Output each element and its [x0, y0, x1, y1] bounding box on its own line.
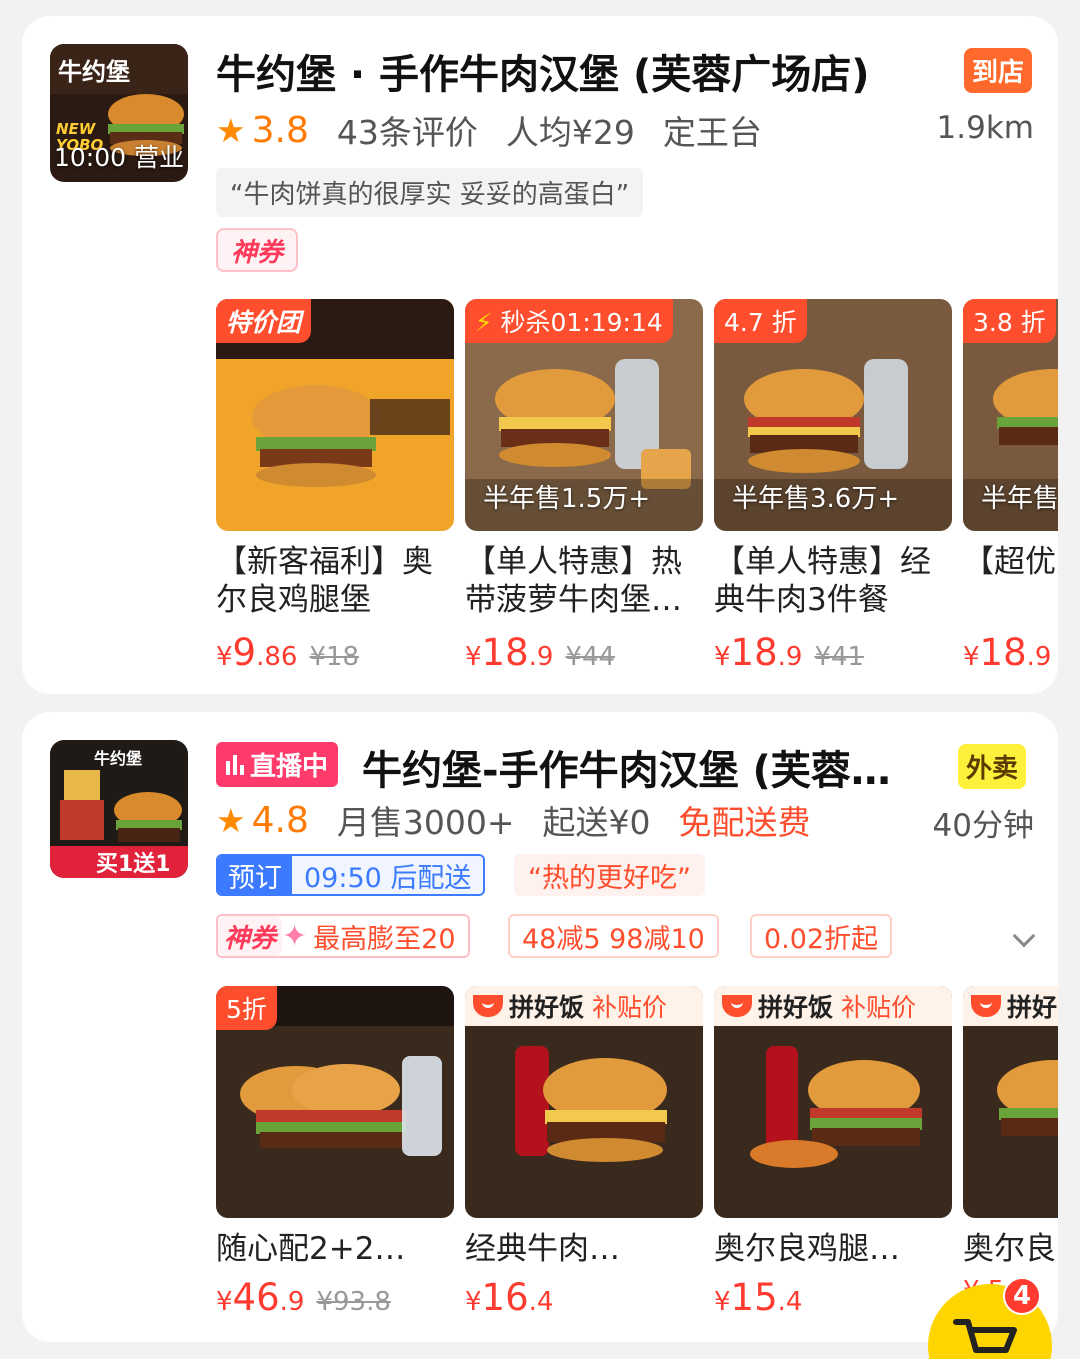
rating: 3.8 — [251, 109, 309, 151]
deal-name: 经典牛肉… — [465, 1231, 620, 1267]
super-coupon-badge: 神券 — [216, 228, 298, 272]
deal-price: ¥18.9 — [963, 631, 1052, 674]
rating: 4.8 — [251, 799, 309, 841]
monthly-sales: 月售3000+ — [336, 803, 515, 842]
star-icon: ★ — [216, 800, 246, 840]
deal-item[interactable]: 3.8 折 半年售 【超优惠牛肉堡 ¥18.9 — [963, 299, 1058, 679]
star-icon: ★ — [216, 110, 246, 150]
deal-image: 4.7 折 半年售3.6万+ — [714, 299, 952, 531]
chevron-down-icon[interactable] — [1012, 924, 1036, 948]
lightning-icon: ⚡ — [475, 308, 493, 337]
store-thumbnail[interactable]: 牛约堡 买1送1 — [50, 740, 188, 878]
discount-badge: 4.7 折 — [714, 299, 807, 343]
deal-price: ¥9.86 ¥18 — [216, 631, 360, 674]
deal-price: ¥46.9 ¥93.8 — [216, 1276, 391, 1319]
deal-image: 拼好饭 补贴价 — [714, 986, 952, 1218]
discount-badge: 3.8 折 — [963, 299, 1056, 343]
deal-item[interactable]: 5折 随心配2+2… ¥46.9 ¥93.8 — [216, 986, 454, 1326]
deal-price: ¥15.4 — [714, 1276, 803, 1319]
delivery-eta: 40分钟 — [932, 808, 1034, 844]
discount-promo[interactable]: 48减5 98减10 — [508, 914, 719, 958]
deal-name: 奥尔良鸡腿… — [714, 1231, 900, 1267]
svg-text:牛约堡: 牛约堡 — [58, 58, 130, 86]
sold-count: 半年售1.5万+ — [483, 484, 651, 514]
discount-badge: 5折 — [216, 986, 277, 1030]
deal-item[interactable]: 拼好 奥尔良 ¥.5 — [963, 986, 1058, 1326]
distance: 1.9km — [936, 110, 1034, 146]
deal-image: 拼好 — [963, 986, 1058, 1218]
bowl-icon — [722, 995, 752, 1017]
live-icon — [226, 754, 244, 775]
store-title[interactable]: 牛约堡-手作牛肉汉堡 (芙蓉… — [362, 738, 942, 796]
deal-image: 3.8 折 半年售 — [963, 299, 1058, 531]
svg-text:牛约堡: 牛约堡 — [94, 749, 142, 768]
deal-image: 特价团 — [216, 299, 454, 531]
deal-name: 随心配2+2… — [216, 1231, 406, 1267]
review-count[interactable]: 43条评价 — [337, 106, 478, 154]
bowl-icon — [971, 995, 1001, 1017]
sold-count: 半年售3.6万+ — [732, 484, 900, 514]
coupon-promo[interactable]: 神券 ✦ 最高膨至20 — [216, 914, 470, 958]
deal-name: 【单人特惠】经典牛肉3件餐 — [714, 544, 931, 618]
store-card-dine-in[interactable]: 牛约堡 NEW YOBO 10:00 营业 牛约堡 · 手作牛肉汉堡 (芙蓉广场… — [22, 16, 1058, 694]
sparkle-icon: ✦ — [282, 918, 308, 954]
original-price: ¥18 — [309, 642, 360, 672]
deal-price: ¥18.9 ¥44 — [465, 631, 616, 674]
store-thumbnail[interactable]: 牛约堡 NEW YOBO 10:00 营业 — [50, 44, 188, 182]
original-price: ¥93.8 — [316, 1287, 391, 1317]
store-card-delivery[interactable]: 牛约堡 买1送1 直播中 牛约堡-手作牛肉汉堡 (芙蓉… 外卖 ★ 4.8 月售… — [22, 712, 1058, 1342]
live-badge[interactable]: 直播中 — [216, 742, 339, 787]
review-quote: “牛肉饼真的很厚实 妥妥的高蛋白” — [216, 168, 644, 217]
burger-photo: 牛约堡 买1送1 — [50, 740, 188, 878]
open-time: 10:00 营业 — [54, 143, 184, 172]
deal-name: 奥尔良 — [963, 1231, 1056, 1267]
preorder-tag: 预订 09:50 后配送 — [216, 854, 486, 896]
deal-image: ⚡ 秒杀01:19:14 半年售1.5万+ — [465, 299, 703, 531]
pinhaofan-badge: 拼好饭 补贴价 — [465, 986, 703, 1026]
deal-price: ¥18.9 ¥41 — [714, 631, 865, 674]
deal-item[interactable]: 拼好饭 补贴价 经典牛肉… ¥16.4 — [465, 986, 703, 1326]
free-delivery: 免配送费 — [678, 803, 811, 842]
delivery-tag: 外卖 — [958, 744, 1027, 789]
deal-item[interactable]: 特价团 【新客福利】奥尔良鸡腿堡 ¥9.86 ¥18 — [216, 299, 454, 679]
store-meta: ★ 4.8 月售3000+ 起送¥0 免配送费 — [216, 796, 839, 844]
svg-text:买1送1: 买1送1 — [96, 851, 171, 877]
super-coupon-badge: 神券 — [218, 916, 283, 956]
avg-price: 人均¥29 — [505, 113, 635, 152]
original-price: ¥44 — [565, 642, 616, 672]
pinhaofan-badge: 拼好饭 补贴价 — [714, 986, 952, 1026]
store-meta: ★ 3.8 43条评价 人均¥29 定王台 — [216, 106, 790, 154]
original-price: ¥41 — [814, 642, 865, 672]
deal-image: 5折 — [216, 986, 454, 1218]
review-quote: “热的更好吃” — [514, 854, 705, 896]
sold-count: 半年售 — [981, 484, 1058, 514]
discount-promo[interactable]: 0.02折起 — [750, 914, 893, 958]
dine-in-tag: 到店 — [964, 48, 1033, 93]
deal-price: ¥16.4 — [465, 1276, 554, 1319]
min-order: 起送¥0 — [542, 803, 651, 842]
store-title[interactable]: 牛约堡 · 手作牛肉汉堡 (芙蓉广场店) — [216, 42, 956, 100]
flash-sale-badge: ⚡ 秒杀01:19:14 — [465, 299, 673, 343]
cart-count-badge: 4 — [1003, 1277, 1041, 1315]
deal-name: 【超优惠牛肉堡 — [963, 544, 1058, 580]
deal-item[interactable]: ⚡ 秒杀01:19:14 半年售1.5万+ 【单人特惠】热带菠萝牛肉堡… ¥18… — [465, 299, 703, 679]
bowl-icon — [473, 995, 503, 1017]
deal-item[interactable]: 拼好饭 补贴价 奥尔良鸡腿… ¥15.4 — [714, 986, 952, 1326]
deal-name: 【单人特惠】热带菠萝牛肉堡… — [465, 544, 682, 618]
deal-item[interactable]: 4.7 折 半年售3.6万+ 【单人特惠】经典牛肉3件餐 ¥18.9 ¥41 — [714, 299, 952, 679]
deal-image: 拼好饭 补贴价 — [465, 986, 703, 1218]
pinhaofan-badge: 拼好 — [963, 986, 1058, 1026]
deal-name: 【新客福利】奥尔良鸡腿堡 — [216, 544, 433, 618]
deal-badge: 特价团 — [216, 299, 312, 343]
area: 定王台 — [662, 113, 762, 152]
